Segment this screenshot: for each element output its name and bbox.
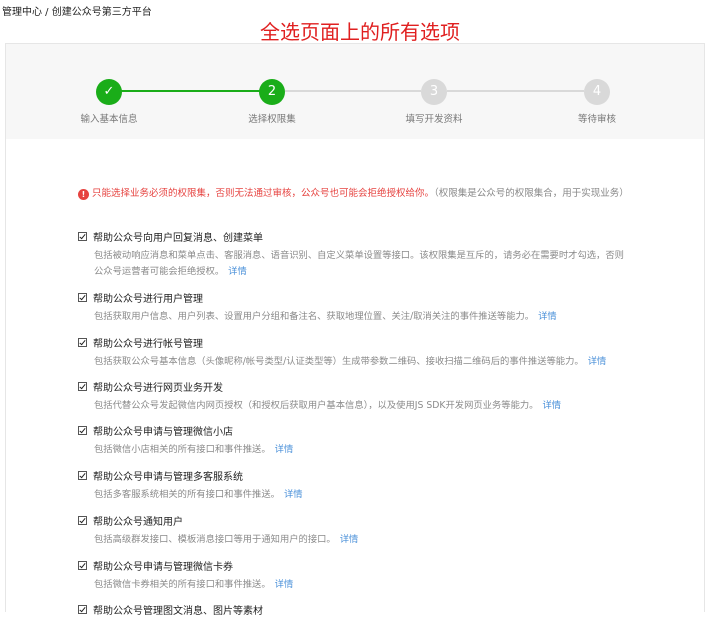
permission-checkbox[interactable] [78,605,87,614]
step-indicator: ✓ 2 3 4 输入基本信息 选择权限集 填写开发资料 等待审核 [6,44,704,139]
step-connector-pending [447,90,584,92]
permission-item: 帮助公众号进行网页业务开发 包括代替公众号发起微信内网页授权（和授权后获取用户基… [78,379,688,414]
permission-description: 包括被动响应消息和菜单点击、客服消息、语音识别、自定义菜单设置等接口。该权限集是… [94,250,624,277]
permission-item: 帮助公众号管理图文消息、图片等素材 [78,602,688,617]
detail-link[interactable]: 详情 [228,266,247,277]
permission-description: 包括微信卡券相关的所有接口和事件推送。 详情 [94,579,294,590]
permission-title: 帮助公众号申请与管理多客服系统 [93,472,243,483]
permission-description: 包括代替公众号发起微信内网页授权（和授权后获取用户基本信息），以及使用JS SD… [94,400,562,411]
step-1-label: 输入基本信息 [80,114,138,125]
warning-icon: ! [78,189,89,200]
permission-item: 帮助公众号进行帐号管理 包括获取公众号基本信息（头像昵称/帐号类型/认证类型等）… [78,335,688,370]
permission-title: 帮助公众号申请与管理微信小店 [93,427,233,438]
detail-link[interactable]: 详情 [538,311,557,322]
permission-item: 帮助公众号通知用户 包括高级群发接口、模板消息接口等用于通知用户的接口。 详情 [78,513,688,548]
notice-note-text: （权限集是公众号的权限集合，用于实现业务） [434,188,629,199]
permission-description: 包括多客服系统相关的所有接口和事件推送。 详情 [94,489,303,500]
permission-description: 包括获取公众号基本信息（头像昵称/帐号类型/认证类型等）生成带参数二维码、接收扫… [94,356,607,367]
permission-title: 帮助公众号进行用户管理 [93,294,203,305]
detail-link[interactable]: 详情 [340,534,359,545]
step-connector-done [121,90,271,92]
notice-warning-text: 只能选择业务必须的权限集，否则无法通过审核，公众号也可能会拒绝授权给你。 [92,188,435,199]
permission-item: 帮助公众号申请与管理微信小店 包括微信小店相关的所有接口和事件推送。 详情 [78,423,688,458]
permission-title: 帮助公众号进行网页业务开发 [93,383,223,394]
permission-checkbox[interactable] [78,471,87,480]
permission-description: 包括获取用户信息、用户列表、设置用户分组和备注名、获取地理位置、关注/取消关注的… [94,311,557,322]
detail-link[interactable]: 详情 [542,400,561,411]
step-4-marker: 4 [584,79,610,105]
permission-title: 帮助公众号进行帐号管理 [93,339,203,350]
detail-link[interactable]: 详情 [588,356,607,367]
permission-description: 包括微信小店相关的所有接口和事件推送。 详情 [94,444,294,455]
permission-checkbox[interactable] [78,426,87,435]
step-2-marker: 2 [259,79,285,105]
detail-link[interactable]: 详情 [275,444,294,455]
step-4-label: 等待审核 [577,114,616,125]
permission-checkbox[interactable] [78,561,87,570]
step-2-label: 选择权限集 [248,114,296,125]
permission-item: 帮助公众号申请与管理微信卡券 包括微信卡券相关的所有接口和事件推送。 详情 [78,558,688,593]
permission-item: 帮助公众号向用户回复消息、创建菜单 包括被动响应消息和菜单点击、客服消息、语音识… [78,229,688,280]
permission-description: 包括高级群发接口、模板消息接口等用于通知用户的接口。 详情 [94,534,359,545]
permission-title: 帮助公众号通知用户 [93,517,183,528]
instruction-annotation: 全选页面上的所有选项 [260,20,460,44]
platform-creation-card: ✓ 2 3 4 输入基本信息 选择权限集 填写开发资料 等待审核 ! 只能选择业务… [5,43,705,617]
permission-item: 帮助公众号进行用户管理 包括获取用户信息、用户列表、设置用户分组和备注名、获取地… [78,290,688,325]
step-connector-pending [285,90,421,92]
permission-checkbox[interactable] [78,382,87,391]
step-1-check-icon: ✓ [96,79,122,105]
permission-checkbox[interactable] [78,232,87,241]
permission-item: 帮助公众号申请与管理多客服系统 包括多客服系统相关的所有接口和事件推送。 详情 [78,468,688,503]
step-3-label: 填写开发资料 [405,114,463,125]
permission-checkbox[interactable] [78,338,87,347]
step-3-marker: 3 [421,79,447,105]
permission-title: 帮助公众号向用户回复消息、创建菜单 [93,233,263,244]
permission-notice: ! 只能选择业务必须的权限集，否则无法通过审核，公众号也可能会拒绝授权给你。（权限… [78,185,629,200]
permission-checkbox[interactable] [78,293,87,302]
permission-title: 帮助公众号管理图文消息、图片等素材 [93,606,263,617]
permission-checkbox[interactable] [78,516,87,525]
permission-title: 帮助公众号申请与管理微信卡券 [93,562,233,573]
detail-link[interactable]: 详情 [284,489,303,500]
detail-link[interactable]: 详情 [275,579,294,590]
